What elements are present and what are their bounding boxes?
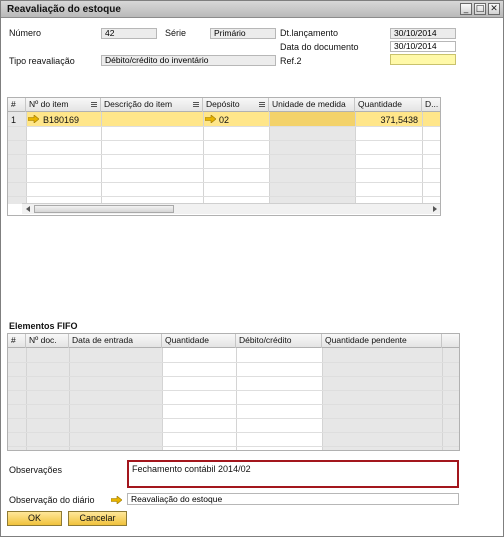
data-documento-label: Data do documento (280, 42, 359, 52)
fifo-pending-column (322, 348, 459, 450)
observacoes-textarea[interactable]: Fechamento contábil 2014/02 (127, 460, 459, 488)
observacoes-label: Observações (9, 465, 63, 475)
serie-field: Primário (210, 28, 276, 39)
maximize-button[interactable]: □ (474, 3, 486, 15)
warehouse-cell[interactable]: 02 (219, 115, 229, 125)
column-filter-icon[interactable] (259, 102, 265, 107)
inventory-revaluation-window: Reavaliação do estoque _ □ ✕ Número 42 S… (0, 0, 504, 537)
fifo-grid-header: # Nº doc. Data de entrada Quantidade Déb… (8, 334, 459, 348)
link-arrow-icon[interactable] (205, 115, 216, 123)
column-filter-icon[interactable] (193, 102, 199, 107)
col-header-quantity[interactable]: Quantidade (355, 98, 422, 112)
obs-diario-field[interactable]: Reavaliação do estoque (127, 493, 459, 505)
link-arrow-icon[interactable] (111, 496, 122, 504)
scroll-right-arrow-icon[interactable] (433, 206, 437, 212)
row-num: 1 (11, 115, 17, 125)
col-header-d[interactable]: D... (422, 98, 440, 112)
column-filter-icon[interactable] (91, 102, 97, 107)
item-number-cell[interactable]: B180169 (43, 115, 79, 125)
col-header-description-label: Descrição do item (104, 99, 173, 109)
items-grid[interactable]: # Nº do item Descrição do item Depósito … (7, 97, 441, 216)
fifo-col-quantity[interactable]: Quantidade (162, 334, 236, 348)
minimize-button[interactable]: _ (460, 3, 472, 15)
ref2-label: Ref.2 (280, 56, 302, 66)
quantity-cell[interactable]: 371,5438 (358, 115, 418, 125)
fifo-col-entry-date[interactable]: Data de entrada (69, 334, 162, 348)
col-header-description[interactable]: Descrição do item (101, 98, 203, 112)
observacoes-value: Fechamento contábil 2014/02 (132, 464, 251, 474)
fifo-grid[interactable]: # Nº doc. Data de entrada Quantidade Déb… (7, 333, 460, 451)
numero-label: Número (9, 28, 42, 38)
items-grid-hscrollbar[interactable] (22, 203, 440, 214)
col-header-warehouse[interactable]: Depósito (203, 98, 269, 112)
fifo-col-debit-credit[interactable]: Débito/crédito (236, 334, 322, 348)
fifo-readonly-columns (8, 348, 162, 450)
dt-lancamento-label: Dt.lançamento (280, 28, 339, 38)
cancel-button[interactable]: Cancelar (68, 511, 127, 526)
numero-field: 42 (101, 28, 157, 39)
close-button[interactable]: ✕ (488, 3, 500, 15)
col-header-num[interactable]: # (8, 98, 26, 112)
window-title: Reavaliação do estoque (7, 4, 121, 15)
col-header-uom[interactable]: Unidade de medida (269, 98, 355, 112)
fifo-col-num[interactable]: # (8, 334, 26, 348)
selected-row-uom-cell (269, 112, 355, 126)
ref2-field[interactable] (390, 54, 456, 65)
dt-lancamento-field: 30/10/2014 (390, 28, 456, 39)
tipo-reavaliacao-label: Tipo reavaliação (9, 56, 75, 66)
fifo-col-doc-no[interactable]: Nº doc. (26, 334, 69, 348)
ok-button[interactable]: OK (7, 511, 62, 526)
fifo-col-pending-qty[interactable]: Quantidade pendente (322, 334, 442, 348)
serie-label: Série (165, 28, 187, 38)
col-header-warehouse-label: Depósito (206, 99, 240, 109)
col-header-item-no[interactable]: Nº do item (26, 98, 101, 112)
tipo-reavaliacao-field: Débito/crédito do inventário (101, 55, 276, 66)
fifo-section-title: Elementos FIFO (9, 321, 78, 331)
items-grid-header: # Nº do item Descrição do item Depósito … (8, 98, 440, 112)
link-arrow-icon[interactable] (28, 115, 39, 123)
scroll-left-arrow-icon[interactable] (26, 206, 30, 212)
col-header-item-no-label: Nº do item (29, 99, 69, 109)
title-bar[interactable]: Reavaliação do estoque _ □ ✕ (1, 1, 503, 18)
scroll-thumb[interactable] (34, 205, 174, 213)
obs-diario-label: Observação do diário (9, 495, 95, 505)
data-documento-field[interactable]: 30/10/2014 (390, 41, 456, 52)
